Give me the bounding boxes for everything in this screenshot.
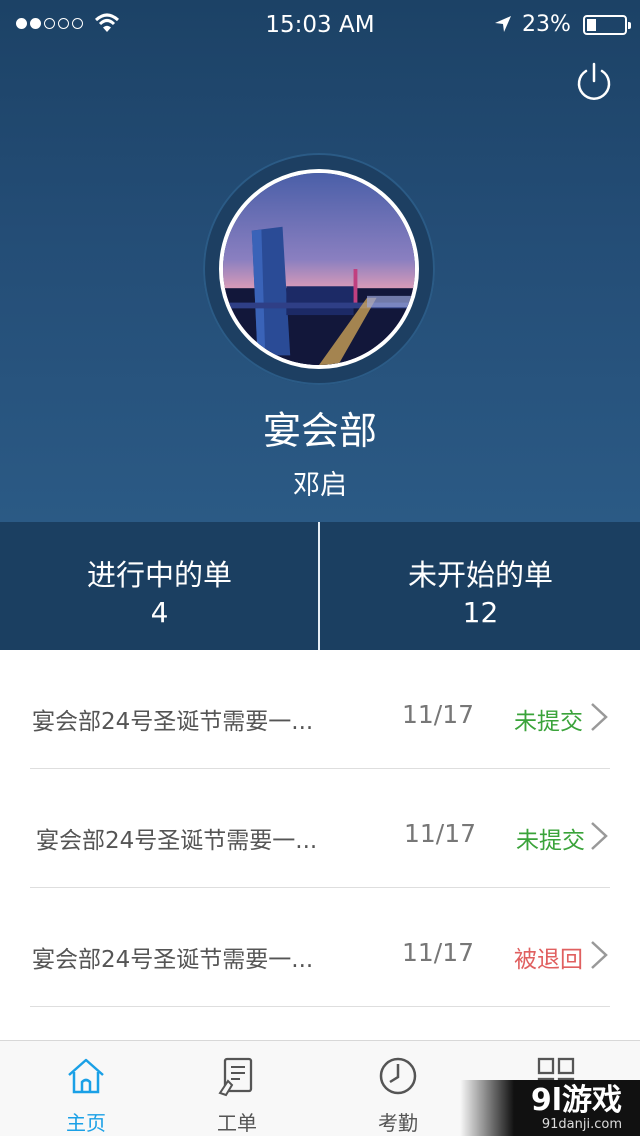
not-started-count: 12 [462,596,499,629]
department-name: 宴会部 [262,409,377,453]
clock-icon [379,1057,417,1095]
order-date: 11/17 [402,938,475,967]
order-status: 未提交 [516,828,585,854]
list-item[interactable]: 宴会部24号圣诞节需要一... 11/17 未提交 [0,650,640,769]
battery-icon [583,15,631,35]
user-name: 邓启 [293,470,347,501]
order-date: 11/17 [404,819,477,848]
tab-work-orders-label: 工单 [217,1111,257,1135]
not-started-label: 未开始的单 [407,558,553,592]
list-item[interactable]: 宴会部24号圣诞节需要一... 11/17 被退回 [0,888,640,1007]
order-stats: 进行中的单 4 未开始的单 12 [0,522,640,650]
chevron-right-icon [591,941,608,969]
tab-work-orders[interactable]: 工单 [157,1041,317,1136]
chevron-right-icon [591,822,608,850]
avatar[interactable] [219,169,419,369]
watermark-site: 91danji.com [541,1117,622,1132]
divider [30,1006,610,1007]
status-bar: 15:03 AM 23% [0,0,640,50]
site-watermark: 9l游戏 91danji.com [460,1080,640,1136]
city-skyline-image [223,173,415,365]
order-status: 被退回 [514,947,583,973]
tab-attendance-label: 考勤 [378,1111,418,1135]
order-title: 宴会部24号圣诞节需要一... [36,828,318,854]
stats-divider [318,522,320,650]
order-date: 11/17 [402,700,475,729]
in-progress-count: 4 [150,596,169,629]
location-arrow-icon [495,16,511,32]
power-icon[interactable] [574,62,614,102]
home-icon [68,1058,104,1094]
work-order-icon [218,1057,253,1097]
list-item[interactable]: 宴会部24号圣诞节需要一... 11/17 未提交 [0,769,640,888]
order-title: 宴会部24号圣诞节需要一... [32,709,314,735]
tab-home[interactable]: 主页 [6,1041,166,1136]
not-started-orders[interactable]: 未开始的单 12 [321,522,640,650]
profile-header: 15:03 AM 23% 宴会部 邓启 [0,0,640,522]
tab-attendance[interactable]: 考勤 [318,1041,478,1136]
order-title: 宴会部24号圣诞节需要一... [32,947,314,973]
in-progress-orders[interactable]: 进行中的单 4 [0,522,319,650]
watermark-brand: 9l游戏 [530,1083,622,1118]
tab-home-label: 主页 [66,1111,106,1135]
in-progress-label: 进行中的单 [86,558,232,592]
order-status: 未提交 [514,709,583,735]
battery-percent: 23% [522,12,571,37]
chevron-right-icon [591,703,608,731]
